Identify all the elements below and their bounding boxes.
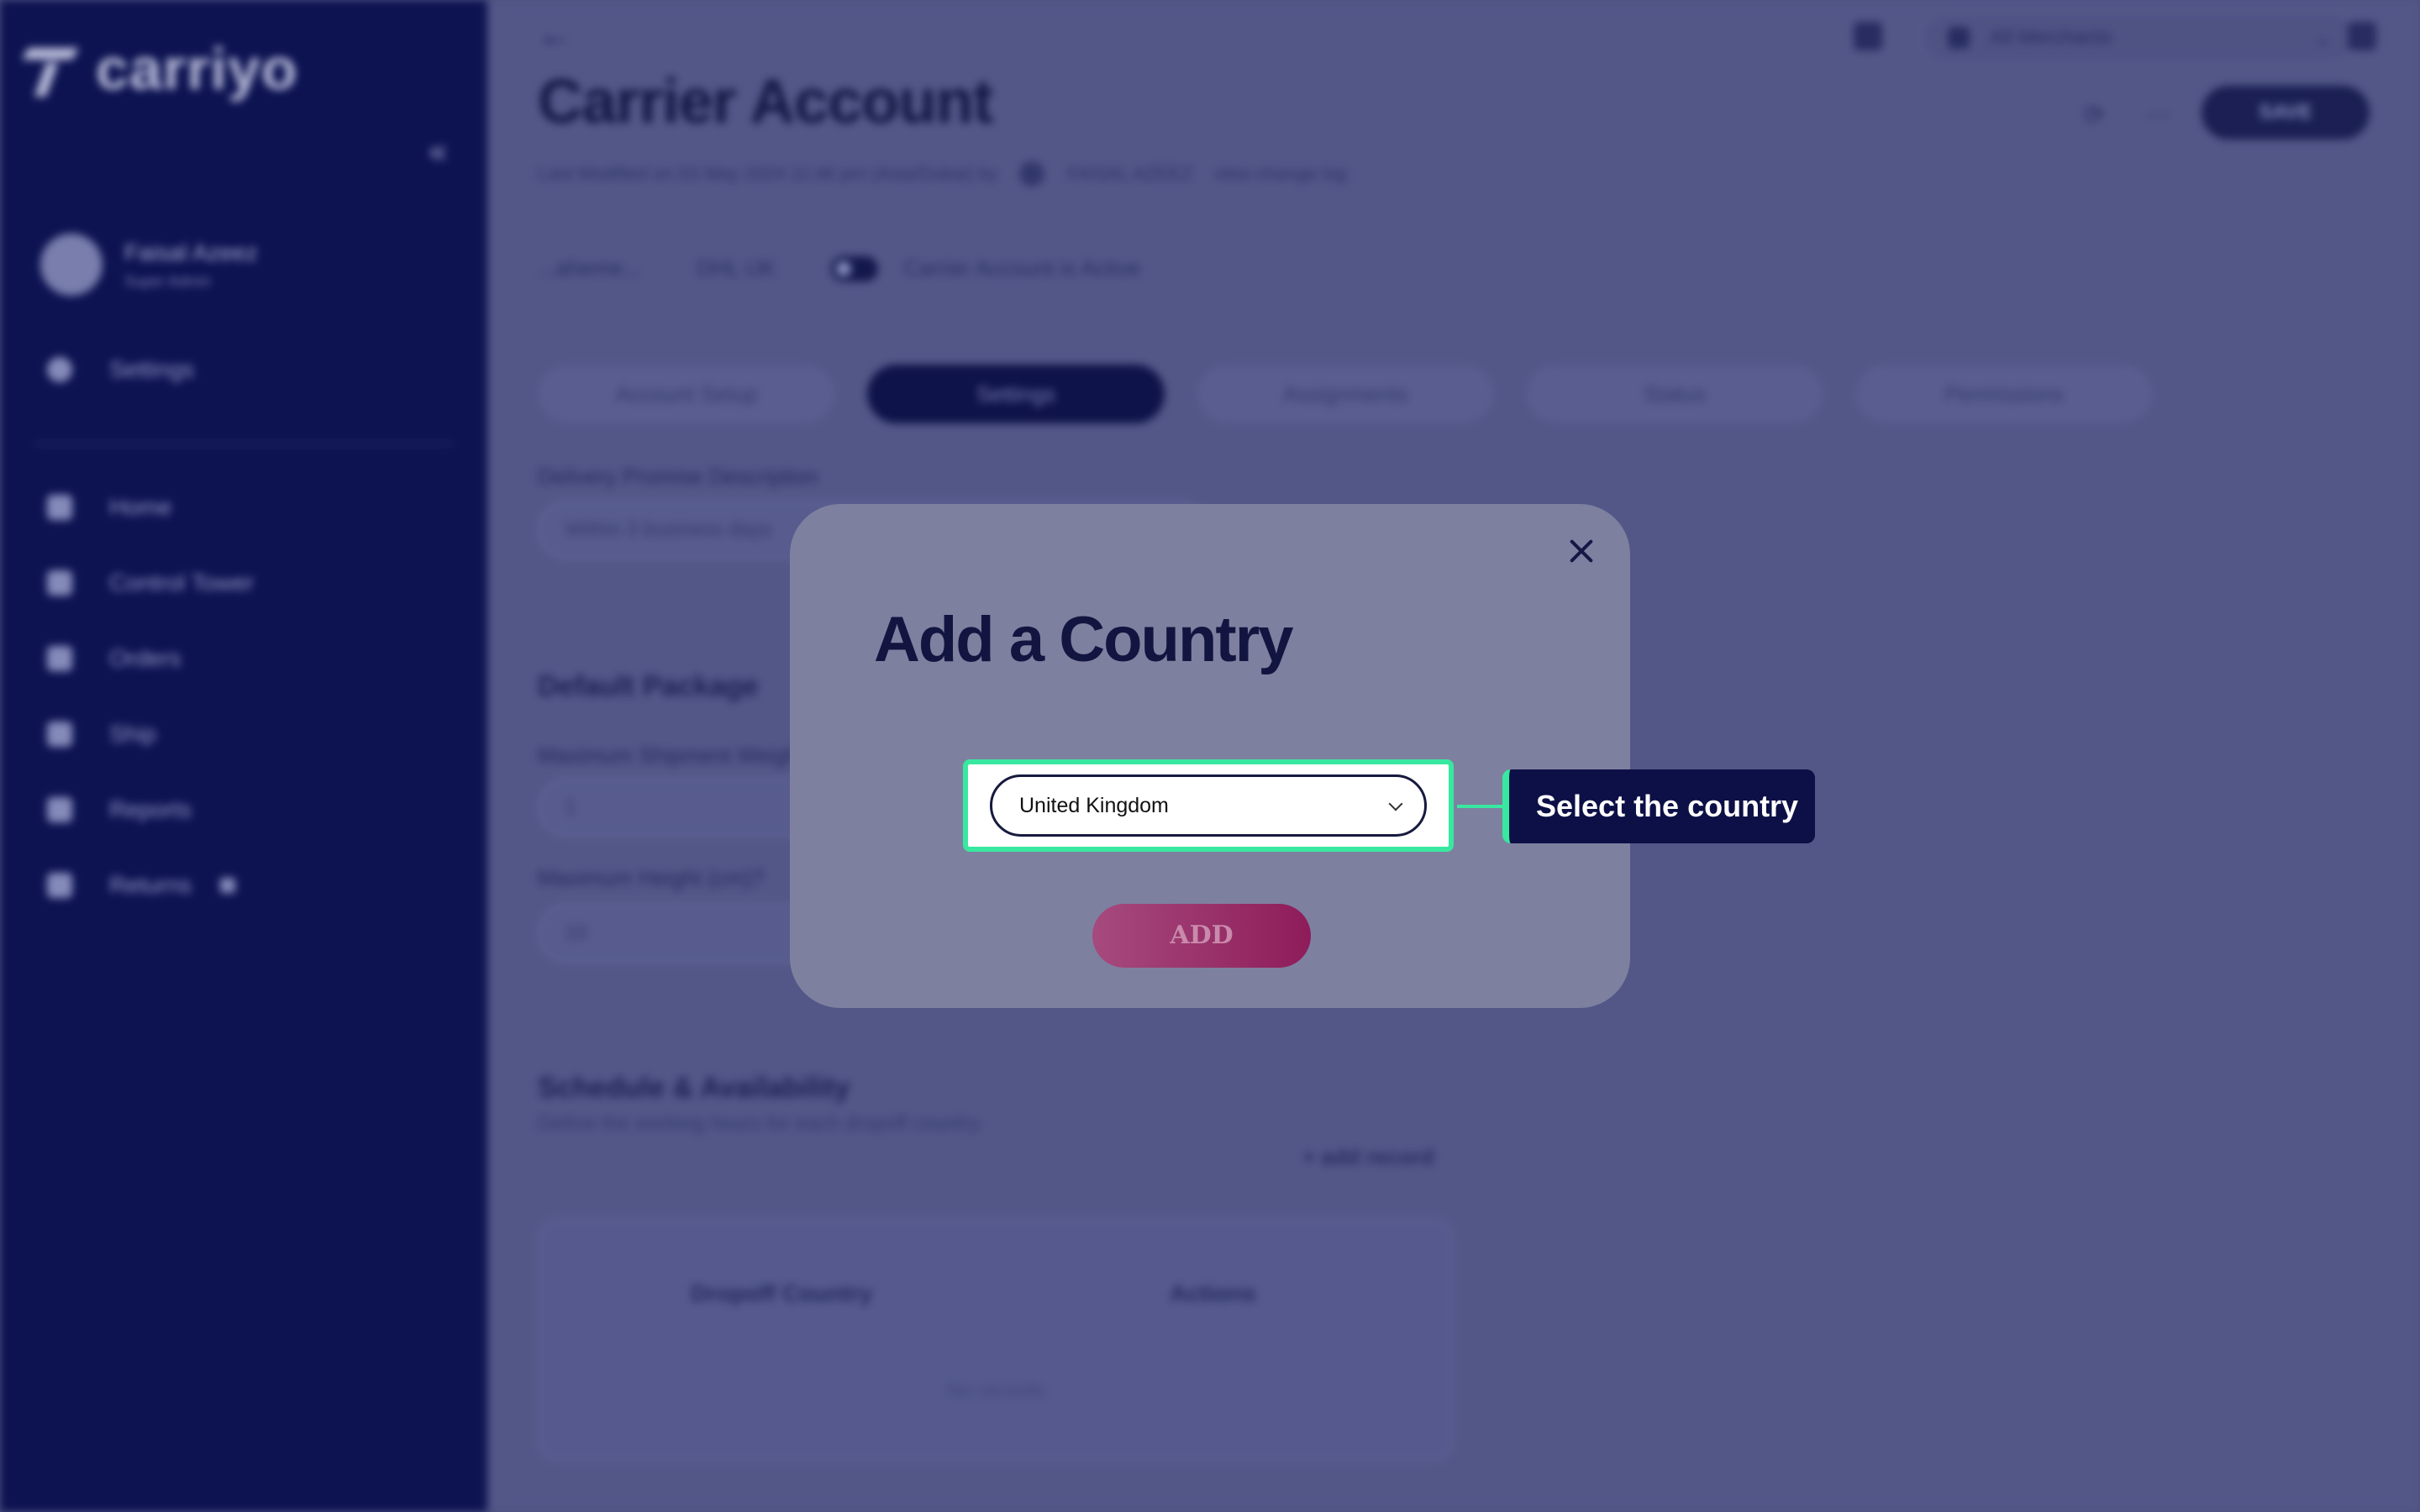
tooltip-connector <box>1457 805 1504 808</box>
add-button[interactable]: ADD <box>1092 904 1311 968</box>
guide-highlight: United Kingdom <box>963 759 1454 852</box>
country-select[interactable]: United Kingdom <box>990 774 1427 837</box>
chevron-down-icon <box>1388 796 1403 811</box>
add-country-modal: Add a Country United Kingdom ADD <box>790 504 1630 1008</box>
guide-tooltip: Select the country <box>1502 769 1815 843</box>
country-select-value: United Kingdom <box>1019 793 1169 817</box>
modal-title: Add a Country <box>874 604 1294 675</box>
close-icon[interactable] <box>1563 533 1600 570</box>
